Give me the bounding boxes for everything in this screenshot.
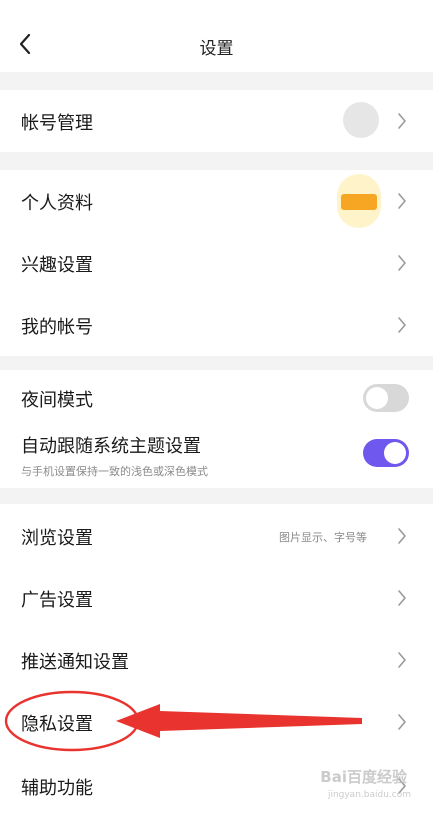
row-night-mode: 夜间模式	[0, 370, 433, 426]
chevron-right-icon	[398, 590, 406, 606]
nav-bar: 设置	[0, 0, 433, 72]
settings-page: 设置 帐号管理 个人资料 兴趣设置 我的帐号 夜间模式 自动跟随系统主题设置 与…	[0, 0, 433, 819]
row-label: 兴趣设置	[21, 255, 93, 276]
chevron-right-icon	[398, 317, 406, 333]
row-label: 我的帐号	[21, 317, 93, 338]
row-follow-system-theme: 自动跟随系统主题设置 与手机设置保持一致的浅色或深色模式	[0, 426, 433, 488]
watermark-url: jingyan.baidu.com	[327, 790, 411, 800]
row-privacy-settings[interactable]: 隐私设置	[0, 690, 433, 752]
row-label: 夜间模式	[21, 390, 93, 411]
chevron-right-icon	[398, 255, 406, 271]
row-label: 辅助功能	[21, 778, 93, 799]
chevron-right-icon	[398, 528, 406, 544]
section-divider	[0, 488, 433, 504]
row-label: 浏览设置	[21, 528, 93, 549]
section-divider	[0, 72, 433, 90]
toggle-knob	[366, 387, 388, 409]
row-interest-settings[interactable]: 兴趣设置	[0, 232, 433, 294]
account-avatar	[343, 102, 379, 138]
row-label: 帐号管理	[21, 113, 93, 134]
row-ad-settings[interactable]: 广告设置	[0, 566, 433, 628]
row-account-management[interactable]: 帐号管理	[0, 90, 433, 152]
row-my-account[interactable]: 我的帐号	[0, 294, 433, 356]
row-push-settings[interactable]: 推送通知设置	[0, 628, 433, 690]
chevron-right-icon	[398, 714, 406, 730]
chevron-right-icon	[398, 652, 406, 668]
row-subtitle: 与手机设置保持一致的浅色或深色模式	[21, 465, 208, 478]
row-label: 推送通知设置	[21, 652, 129, 673]
row-label: 广告设置	[21, 590, 93, 611]
row-label: 自动跟随系统主题设置	[21, 436, 201, 457]
night-mode-toggle[interactable]	[363, 384, 409, 412]
row-personal-info[interactable]: 个人资料	[0, 170, 433, 232]
chevron-right-icon	[398, 113, 406, 129]
section-divider	[0, 152, 433, 170]
profile-avatar	[337, 174, 381, 228]
page-title: 设置	[199, 39, 234, 59]
row-hint: 图片显示、字号等	[279, 531, 367, 544]
chevron-right-icon	[398, 193, 406, 209]
row-label: 个人资料	[21, 193, 93, 214]
section-divider	[0, 356, 433, 370]
row-label: 隐私设置	[21, 714, 93, 735]
watermark-brand: Bai百度经验	[320, 768, 407, 786]
toggle-knob	[384, 442, 406, 464]
follow-system-theme-toggle[interactable]	[363, 439, 409, 467]
row-browse-settings[interactable]: 浏览设置 图片显示、字号等	[0, 504, 433, 566]
